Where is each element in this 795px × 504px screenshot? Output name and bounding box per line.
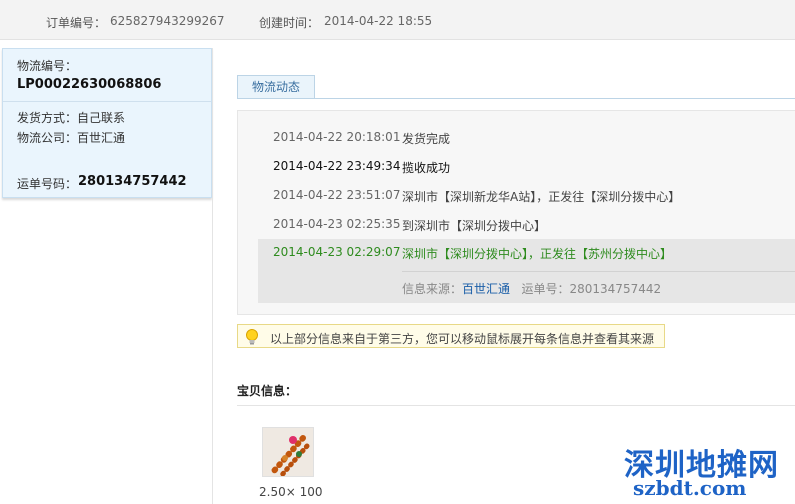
source-waybill: 280134757442 [569,282,662,296]
source-company-link[interactable]: 百世汇通 [462,282,510,296]
source-label: 信息来源： [402,282,463,296]
ship-method: 发货方式：自己联系 [17,111,126,125]
goods-price: 2.50× 100 [259,485,323,499]
tracking-desc: 发货完成 [402,132,451,146]
lightbulb-icon [246,329,258,345]
tracking-desc: 揽收成功 [402,161,451,175]
bead-bracelet-image [263,428,313,476]
tracking-time: 2014-04-22 23:51:07 [273,188,401,202]
tab-logistics-updates[interactable]: 物流动态 [237,75,315,99]
tracking-row[interactable]: 2014-04-23 02:29:07 深圳市【深圳分拨中心】，正发往【苏州分拨… [238,245,795,265]
tracking-desc: 深圳市【深圳分拨中心】，正发往【苏州分拨中心】 [402,247,673,261]
third-party-notice: 以上部分信息来自于第三方，您可以移动鼠标展开每条信息并查看其来源 [237,324,665,348]
tracking-row[interactable]: 2014-04-23 02:25:35 到深圳市【深圳分拨中心】 [238,217,795,237]
tracking-desc: 到深圳市【深圳分拨中心】 [402,219,547,233]
product-thumbnail[interactable] [262,427,314,477]
logistics-id: LP00022630068806 [17,77,162,92]
goods-section-title: 宝贝信息： [237,384,298,398]
order-number-label: 订单编号： [46,16,107,30]
tracking-time: 2014-04-23 02:29:07 [273,245,401,259]
tracking-row[interactable]: 2014-04-22 20:18:01 发货完成 [238,130,795,150]
logistics-id-label: 物流编号： [17,59,78,73]
created-time-label: 创建时间： [259,16,320,30]
tab-underline [237,98,795,99]
waybill-label: 运单号码： [17,177,78,191]
created-time: 2014-04-22 18:55 [324,14,433,28]
order-header-bar: 订单编号： 625827943299267 创建时间： 2014-04-22 1… [0,0,795,40]
tracking-desc: 深圳市【深圳新龙华A站】，正发往【深圳分拨中心】 [402,190,681,204]
tracking-list: 2014-04-22 20:18:01 发货完成 2014-04-22 23:4… [237,110,795,315]
tracking-source: 信息来源：百世汇通 运单号：280134757442 [402,280,661,297]
tracking-row[interactable]: 2014-04-22 23:51:07 深圳市【深圳新龙华A站】，正发往【深圳分… [238,188,795,208]
goods-divider [237,405,795,406]
panel-divider [3,101,211,102]
tracking-time: 2014-04-22 20:18:01 [273,130,401,144]
tracking-time: 2014-04-23 02:25:35 [273,217,401,231]
tracking-row[interactable]: 2014-04-22 23:49:34 揽收成功 [238,159,795,179]
order-number: 625827943299267 [110,14,225,28]
logistics-info-panel: 物流编号： LP00022630068806 发货方式：自己联系 物流公司：百世… [2,48,212,198]
source-waybill-label: 运单号： [521,282,570,296]
source-separator [402,271,795,272]
logistics-company: 物流公司：百世汇通 [17,131,126,145]
notice-text: 以上部分信息来自于第三方，您可以移动鼠标展开每条信息并查看其来源 [270,332,655,346]
site-watermark-domain: szbdt.com [633,476,747,500]
column-divider [212,48,213,504]
waybill-number: 280134757442 [78,174,187,189]
tracking-time: 2014-04-22 23:49:34 [273,159,401,173]
